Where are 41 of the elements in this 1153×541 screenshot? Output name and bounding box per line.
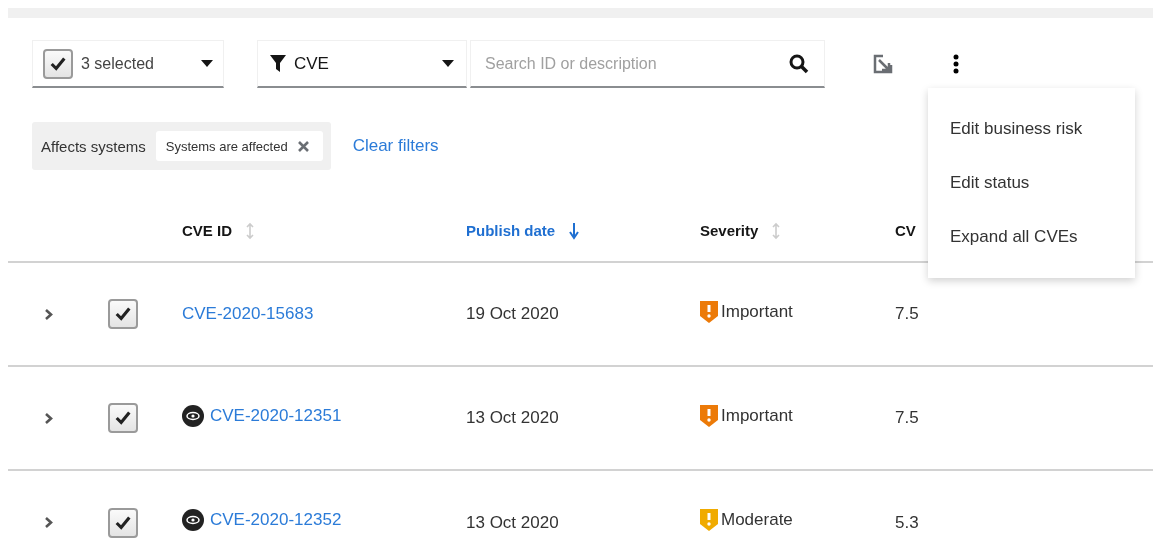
menu-item[interactable]: Expand all CVEs <box>928 210 1135 264</box>
sort-icon <box>246 221 254 240</box>
chip-label: Systems are affected <box>165 138 288 154</box>
cve-link[interactable]: CVE-2020-12352 <box>210 510 342 530</box>
checkbox[interactable] <box>108 507 138 538</box>
bulk-select-dropdown[interactable]: 3 selected <box>32 40 224 88</box>
column-header[interactable]: Severity <box>700 222 759 239</box>
cvss-score: 7.5 <box>895 408 919 427</box>
publish-date: 13 Oct 2020 <box>466 408 559 427</box>
clear-filters-link[interactable]: Clear filters <box>352 136 439 156</box>
checkmark-icon <box>114 409 132 427</box>
column-header[interactable]: CV <box>895 222 916 239</box>
severity-label: Moderate <box>721 510 793 530</box>
kebab-menu-icon[interactable] <box>953 54 959 74</box>
chip-category-label: Affects systems <box>41 137 146 155</box>
cve-link[interactable]: CVE-2020-12351 <box>210 405 342 426</box>
cvss-score: 7.5 <box>895 304 919 323</box>
cve-link[interactable]: CVE-2020-15683 <box>182 304 314 324</box>
caret-icon <box>201 60 213 67</box>
sort-down-icon <box>569 221 580 240</box>
filter-icon <box>270 54 286 73</box>
column-header[interactable]: CVE ID <box>182 222 232 239</box>
close-icon[interactable] <box>297 140 309 152</box>
search-field[interactable]: Search ID or description <box>470 40 825 88</box>
checkbox[interactable] <box>43 48 73 79</box>
filter-dropdown[interactable]: CVE <box>257 40 467 88</box>
menu-item[interactable]: Edit status <box>928 156 1135 210</box>
caret-icon <box>442 60 454 67</box>
checkmark-icon <box>114 305 132 323</box>
publish-date: 13 Oct 2020 <box>466 512 559 532</box>
column-header[interactable]: Publish date <box>466 222 556 239</box>
search-icon <box>789 54 809 74</box>
checkbox[interactable] <box>108 403 138 433</box>
publish-date: 19 Oct 2020 <box>466 304 559 323</box>
export-icon[interactable] <box>873 54 893 74</box>
cvss-score: 5.3 <box>895 512 919 532</box>
checkbox[interactable] <box>108 299 138 329</box>
menu-item[interactable]: Edit business risk <box>928 102 1135 156</box>
sort-icon <box>772 221 781 240</box>
severity-label: Important <box>721 405 793 426</box>
severity-label: Important <box>721 301 793 322</box>
